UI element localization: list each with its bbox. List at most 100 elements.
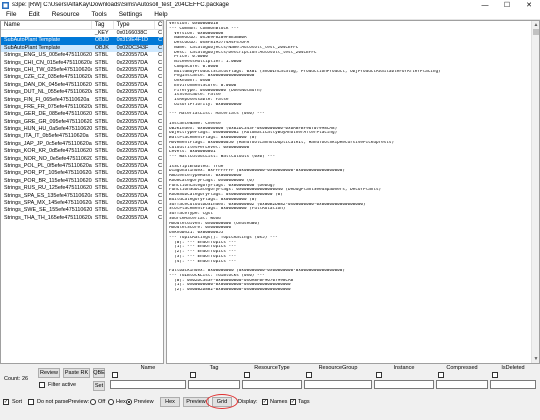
table-row[interactable]: Strings_ENG_US_005efe475110620a STBL 0x220… (1, 52, 163, 59)
table-row[interactable]: Strings_RUS_RU_125efe475110620a STBL 0x220… (1, 185, 163, 192)
scroll-thumb[interactable] (533, 29, 539, 35)
menu-resource[interactable]: Resource (46, 11, 86, 18)
table-row[interactable]: Strings_GER_DE_085efe475110620a STBL 0x220… (1, 111, 163, 118)
row-compressed: C (158, 111, 162, 118)
row-name: Strings_ENG_US_005efe475110620a (4, 52, 92, 59)
filter-compressed-checkbox[interactable] (438, 372, 444, 378)
table-row[interactable]: Strings_NOR_NO_0e5efe475110620a STBL 0x220… (1, 156, 163, 163)
paste-rk-button[interactable]: Paste RK (63, 368, 90, 378)
menu-edit[interactable]: Edit (22, 11, 45, 18)
filter-name-input[interactable] (110, 380, 186, 389)
table-row[interactable]: Strings_FIN_FI_065efe475110620a STBL 0x220… (1, 97, 163, 104)
minimize-button[interactable]: — (474, 0, 496, 10)
row-compressed: C (158, 103, 162, 110)
menu-help[interactable]: Help (148, 11, 173, 18)
filter-isdeleted-checkbox[interactable] (492, 372, 498, 378)
preview-preview-label: Preview (134, 399, 154, 405)
row-compressed: C (158, 59, 162, 66)
table-row[interactable]: Strings_POR_PT_105efe475110620a STBL 0x220… (1, 170, 163, 177)
table-row[interactable]: Strings_POR_BR_115efe475110620a STBL 0x220… (1, 178, 163, 185)
table-row[interactable]: SubAutoPlant Template OBJK 0x02DC343F C (1, 44, 163, 53)
row-tag: STBL (94, 103, 109, 110)
filter-instance-input[interactable] (374, 380, 434, 389)
review-button[interactable]: Review (38, 368, 60, 378)
filter-resourcetype-checkbox[interactable] (244, 372, 250, 378)
table-row[interactable]: Strings_CZE_CZ_035efe475110620a STBL 0x220… (1, 74, 163, 81)
row-name: Strings_FIN_FI_065efe475110620a (4, 96, 90, 103)
column-header-tag[interactable]: Tag (92, 21, 114, 30)
scroll-up-icon[interactable]: ▲ (532, 21, 539, 29)
menu-file[interactable]: File (0, 11, 22, 18)
row-type: 0x220557DA (116, 185, 148, 192)
set-button[interactable]: Set (93, 381, 105, 391)
table-row[interactable]: Strings_SPA_ES_135efe475110620a STBL 0x220… (1, 193, 163, 200)
filter-resourcegroup-input[interactable] (304, 380, 372, 389)
detail-scrollbar[interactable]: ▲ ▼ (531, 21, 539, 363)
table-row[interactable]: Strings_FRE_FR_075efe475110620a STBL 0x220… (1, 104, 163, 111)
row-type: 0x220557DA (116, 177, 148, 184)
column-header-name[interactable]: Name (1, 21, 92, 30)
preview-off-label: Off (98, 399, 106, 405)
table-row[interactable]: Strings_DAN_DK_045efe475110620a STBL 0x220… (1, 82, 163, 89)
resource-list[interactable]: Name Tag Type C _KEY 0x0166038C C SubAutoPl… (0, 20, 164, 364)
table-row[interactable]: Strings_ITA_IT_0b5efe475110620a STBL 0x220… (1, 133, 163, 140)
tags-checkbox[interactable]: ✓ (290, 399, 296, 405)
names-label: Names (270, 399, 288, 405)
row-tag: STBL (94, 133, 109, 140)
row-name: Strings_SPA_ES_135efe475110620a (4, 192, 92, 199)
preview-preview-radio[interactable] (126, 399, 132, 405)
row-type: 0x220557DA (116, 59, 148, 66)
column-header-c[interactable]: C (155, 21, 163, 30)
column-header-type[interactable]: Type (114, 21, 156, 30)
table-row[interactable]: Strings_SPA_MX_145efe475110620a STBL 0x220… (1, 200, 163, 207)
filter-resourcetype-input[interactable] (242, 380, 302, 389)
filter-tag-checkbox[interactable] (190, 372, 196, 378)
close-button[interactable]: ✕ (518, 0, 540, 10)
scroll-down-icon[interactable]: ▼ (532, 355, 539, 363)
table-row[interactable]: Strings_SWE_SE_155efe475110620a STBL 0x220… (1, 207, 163, 214)
table-row[interactable]: SubAutoPlant Template OBJD 0x319E4F1D C (1, 37, 163, 45)
table-row[interactable]: Strings_THA_TH_165efe475110620a STBL 0x220… (1, 215, 163, 222)
filter-col-compressed: Compressed (446, 365, 478, 371)
filter-col-name: Name (140, 365, 156, 371)
names-checkbox[interactable]: ✓ (262, 399, 268, 405)
table-row[interactable]: Strings_HUN_HU_0a5efe475110620a STBL 0x220… (1, 126, 163, 133)
table-row[interactable]: Strings_CHI_CN_015efe475110620a STBL 0x220… (1, 60, 163, 67)
row-type: 0x220557DA (116, 199, 148, 206)
table-row[interactable]: Strings_JAP_JP_0c5efe475110620a STBL 0x220… (1, 141, 163, 148)
count-value: 26 (22, 376, 29, 382)
table-row[interactable]: Strings_POL_PL_0f5efe475110620a STBL 0x220… (1, 163, 163, 170)
row-tag: STBL (94, 74, 109, 81)
preview-hex-radio[interactable] (108, 399, 114, 405)
row-type: 0x319E4F1D (116, 37, 149, 44)
row-type: 0x220557DA (116, 192, 148, 199)
row-type: 0x220557DA (116, 81, 148, 88)
sort-checkbox[interactable]: ✓ (3, 399, 9, 405)
row-type: 0x220557DA (116, 163, 148, 170)
table-row[interactable]: Strings_DUT_NL_055efe475110620a STBL 0x220… (1, 89, 163, 96)
filter-panel: Count: 26 Review Paste RK QBE Filter act… (0, 364, 540, 420)
filter-active-checkbox[interactable] (39, 382, 45, 388)
table-row[interactable]: Strings_CHI_TW_025efe475110620a STBL 0x220… (1, 67, 163, 74)
filter-tag-input[interactable] (188, 380, 240, 389)
filter-name-checkbox[interactable] (112, 372, 118, 378)
preview-off-radio[interactable] (90, 399, 96, 405)
menu-settings[interactable]: Settings (113, 11, 149, 18)
row-compressed: C (158, 199, 162, 206)
maximize-button[interactable]: ☐ (496, 0, 518, 10)
row-type: 0x220557DA (116, 96, 148, 103)
table-row[interactable]: Strings_KOR_KR_0d5efe475110620a STBL 0x220… (1, 148, 163, 155)
filter-compressed-input[interactable] (436, 380, 488, 389)
filter-isdeleted-input[interactable] (490, 380, 536, 389)
menu-tools[interactable]: Tools (86, 11, 113, 18)
table-row[interactable]: _KEY 0x0166038C C (1, 30, 163, 37)
row-name: Strings_NOR_NO_0e5efe475110620a (4, 155, 92, 162)
row-type: 0x220557DA (116, 170, 148, 177)
filter-resourcegroup-checkbox[interactable] (306, 372, 312, 378)
qbe-button[interactable]: QBE (93, 368, 105, 378)
filter-instance-checkbox[interactable] (376, 372, 382, 378)
table-row[interactable]: Strings_GRE_GR_095efe475110620a STBL 0x220… (1, 119, 163, 126)
filter-col-tag: Tag (209, 365, 219, 371)
hex-button[interactable]: Hex (160, 397, 180, 407)
no-parse-checkbox[interactable] (28, 399, 34, 405)
